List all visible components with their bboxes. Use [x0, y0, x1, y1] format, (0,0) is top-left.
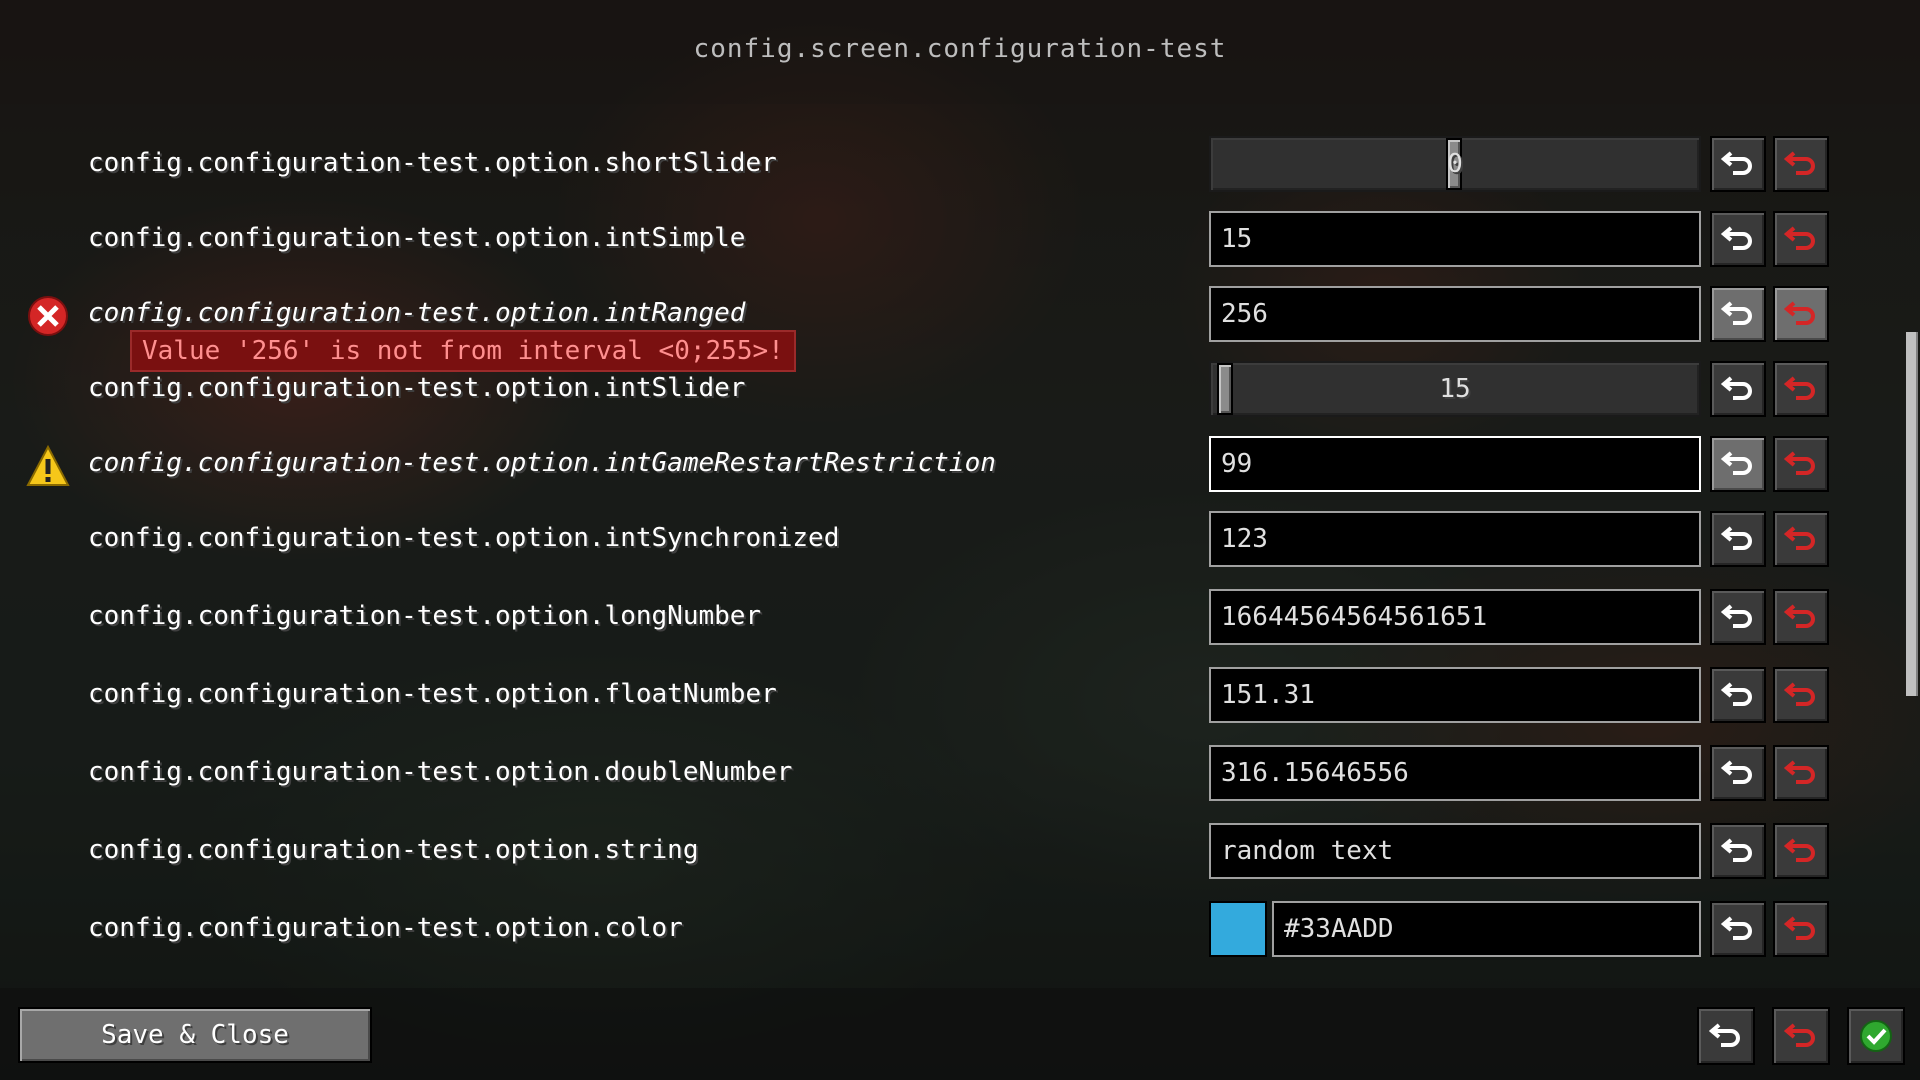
restore-default-button[interactable]	[1773, 745, 1829, 801]
undo-arrow-icon	[1721, 526, 1752, 550]
undo-arrow-icon	[1721, 916, 1752, 940]
restore-default-button[interactable]	[1773, 211, 1829, 267]
red-undo-arrow-icon	[1784, 526, 1815, 550]
reset-button[interactable]	[1710, 361, 1766, 417]
int-synchronized-input[interactable]: 123	[1209, 511, 1701, 567]
undo-arrow-icon	[1721, 301, 1752, 325]
error-tooltip: Value '256' is not from interval <0;255>…	[130, 330, 796, 372]
option-label: config.configuration-test.option.floatNu…	[88, 679, 777, 709]
reset-button[interactable]	[1710, 901, 1766, 957]
short-slider[interactable]: 0	[1209, 136, 1701, 192]
red-undo-arrow-icon	[1784, 226, 1815, 250]
red-undo-arrow-icon	[1784, 451, 1815, 475]
option-row-short-slider: config.configuration-test.option.shortSl…	[0, 134, 1920, 194]
undo-arrow-icon	[1721, 838, 1752, 862]
slider-value: 15	[1439, 374, 1471, 404]
reset-button[interactable]	[1710, 436, 1766, 492]
option-label: config.configuration-test.option.color	[88, 913, 683, 943]
option-row-int-game-restart-restriction: config.configuration-test.option.intGame…	[0, 434, 1920, 494]
undo-arrow-icon	[1709, 1023, 1740, 1047]
red-undo-arrow-icon	[1784, 151, 1815, 175]
restore-default-button[interactable]	[1773, 823, 1829, 879]
option-row-float-number: config.configuration-test.option.floatNu…	[0, 665, 1920, 725]
option-label: config.configuration-test.option.intSimp…	[88, 223, 746, 253]
option-label: config.configuration-test.option.intGame…	[88, 448, 996, 478]
option-label: config.configuration-test.option.intSync…	[88, 523, 840, 553]
reset-button[interactable]	[1710, 136, 1766, 192]
reset-button[interactable]	[1710, 211, 1766, 267]
undo-arrow-icon	[1721, 760, 1752, 784]
option-label: config.configuration-test.option.intRang…	[88, 298, 746, 328]
double-number-input[interactable]: 316.15646556	[1209, 745, 1701, 801]
undo-arrow-icon	[1721, 151, 1752, 175]
reset-button[interactable]	[1710, 511, 1766, 567]
red-undo-arrow-icon	[1784, 760, 1815, 784]
error-icon	[28, 296, 68, 336]
reset-button[interactable]	[1710, 745, 1766, 801]
string-input[interactable]: random text	[1209, 823, 1701, 879]
undo-arrow-icon	[1721, 604, 1752, 628]
option-row-int-simple: config.configuration-test.option.intSimp…	[0, 209, 1920, 269]
restore-default-button[interactable]	[1773, 286, 1829, 342]
restore-default-button[interactable]	[1773, 667, 1829, 723]
color-input[interactable]: #33AADD	[1272, 901, 1701, 957]
long-number-input[interactable]: 16644564564561651	[1209, 589, 1701, 645]
confirm-button[interactable]	[1847, 1007, 1905, 1065]
undo-arrow-icon	[1721, 682, 1752, 706]
reset-button[interactable]	[1710, 823, 1766, 879]
red-undo-arrow-icon	[1784, 682, 1815, 706]
undo-arrow-icon	[1721, 376, 1752, 400]
undo-arrow-icon	[1721, 226, 1752, 250]
reset-button[interactable]	[1710, 286, 1766, 342]
save-and-close-button[interactable]: Save & Close	[18, 1007, 372, 1063]
int-ranged-input[interactable]: 256	[1209, 286, 1701, 342]
green-check-icon	[1860, 1020, 1892, 1052]
warning-icon	[26, 444, 70, 486]
red-undo-arrow-icon	[1784, 1023, 1815, 1047]
screen-title: config.screen.configuration-test	[693, 34, 1227, 64]
red-undo-arrow-icon	[1784, 301, 1815, 325]
red-undo-arrow-icon	[1784, 916, 1815, 940]
scrollbar-thumb[interactable]	[1906, 332, 1918, 696]
restore-default-button[interactable]	[1773, 136, 1829, 192]
restore-default-button[interactable]	[1773, 589, 1829, 645]
option-label: config.configuration-test.option.longNum…	[88, 601, 762, 631]
restore-default-button[interactable]	[1773, 901, 1829, 957]
restore-all-defaults-button[interactable]	[1772, 1007, 1830, 1065]
option-row-double-number: config.configuration-test.option.doubleN…	[0, 743, 1920, 803]
option-label: config.configuration-test.option.string	[88, 835, 699, 865]
option-row-int-synchronized: config.configuration-test.option.intSync…	[0, 509, 1920, 569]
red-undo-arrow-icon	[1784, 604, 1815, 628]
reset-button[interactable]	[1710, 667, 1766, 723]
int-game-restart-restriction-input[interactable]: 99	[1209, 436, 1701, 492]
reset-all-button[interactable]	[1697, 1007, 1755, 1065]
int-simple-input[interactable]: 15	[1209, 211, 1701, 267]
option-label: config.configuration-test.option.intSlid…	[88, 373, 746, 403]
restore-default-button[interactable]	[1773, 511, 1829, 567]
option-row-string: config.configuration-test.option.string …	[0, 821, 1920, 881]
option-label: config.configuration-test.option.shortSl…	[88, 148, 777, 178]
reset-button[interactable]	[1710, 589, 1766, 645]
restore-default-button[interactable]	[1773, 361, 1829, 417]
float-number-input[interactable]: 151.31	[1209, 667, 1701, 723]
option-label: config.configuration-test.option.doubleN…	[88, 757, 793, 787]
int-slider[interactable]: 15	[1209, 361, 1701, 417]
restore-default-button[interactable]	[1773, 436, 1829, 492]
option-row-long-number: config.configuration-test.option.longNum…	[0, 587, 1920, 647]
red-undo-arrow-icon	[1784, 838, 1815, 862]
slider-value: 0	[1447, 149, 1463, 179]
option-row-color: config.configuration-test.option.color #…	[0, 899, 1920, 959]
color-swatch[interactable]	[1209, 901, 1267, 957]
red-undo-arrow-icon	[1784, 376, 1815, 400]
undo-arrow-icon	[1721, 451, 1752, 475]
